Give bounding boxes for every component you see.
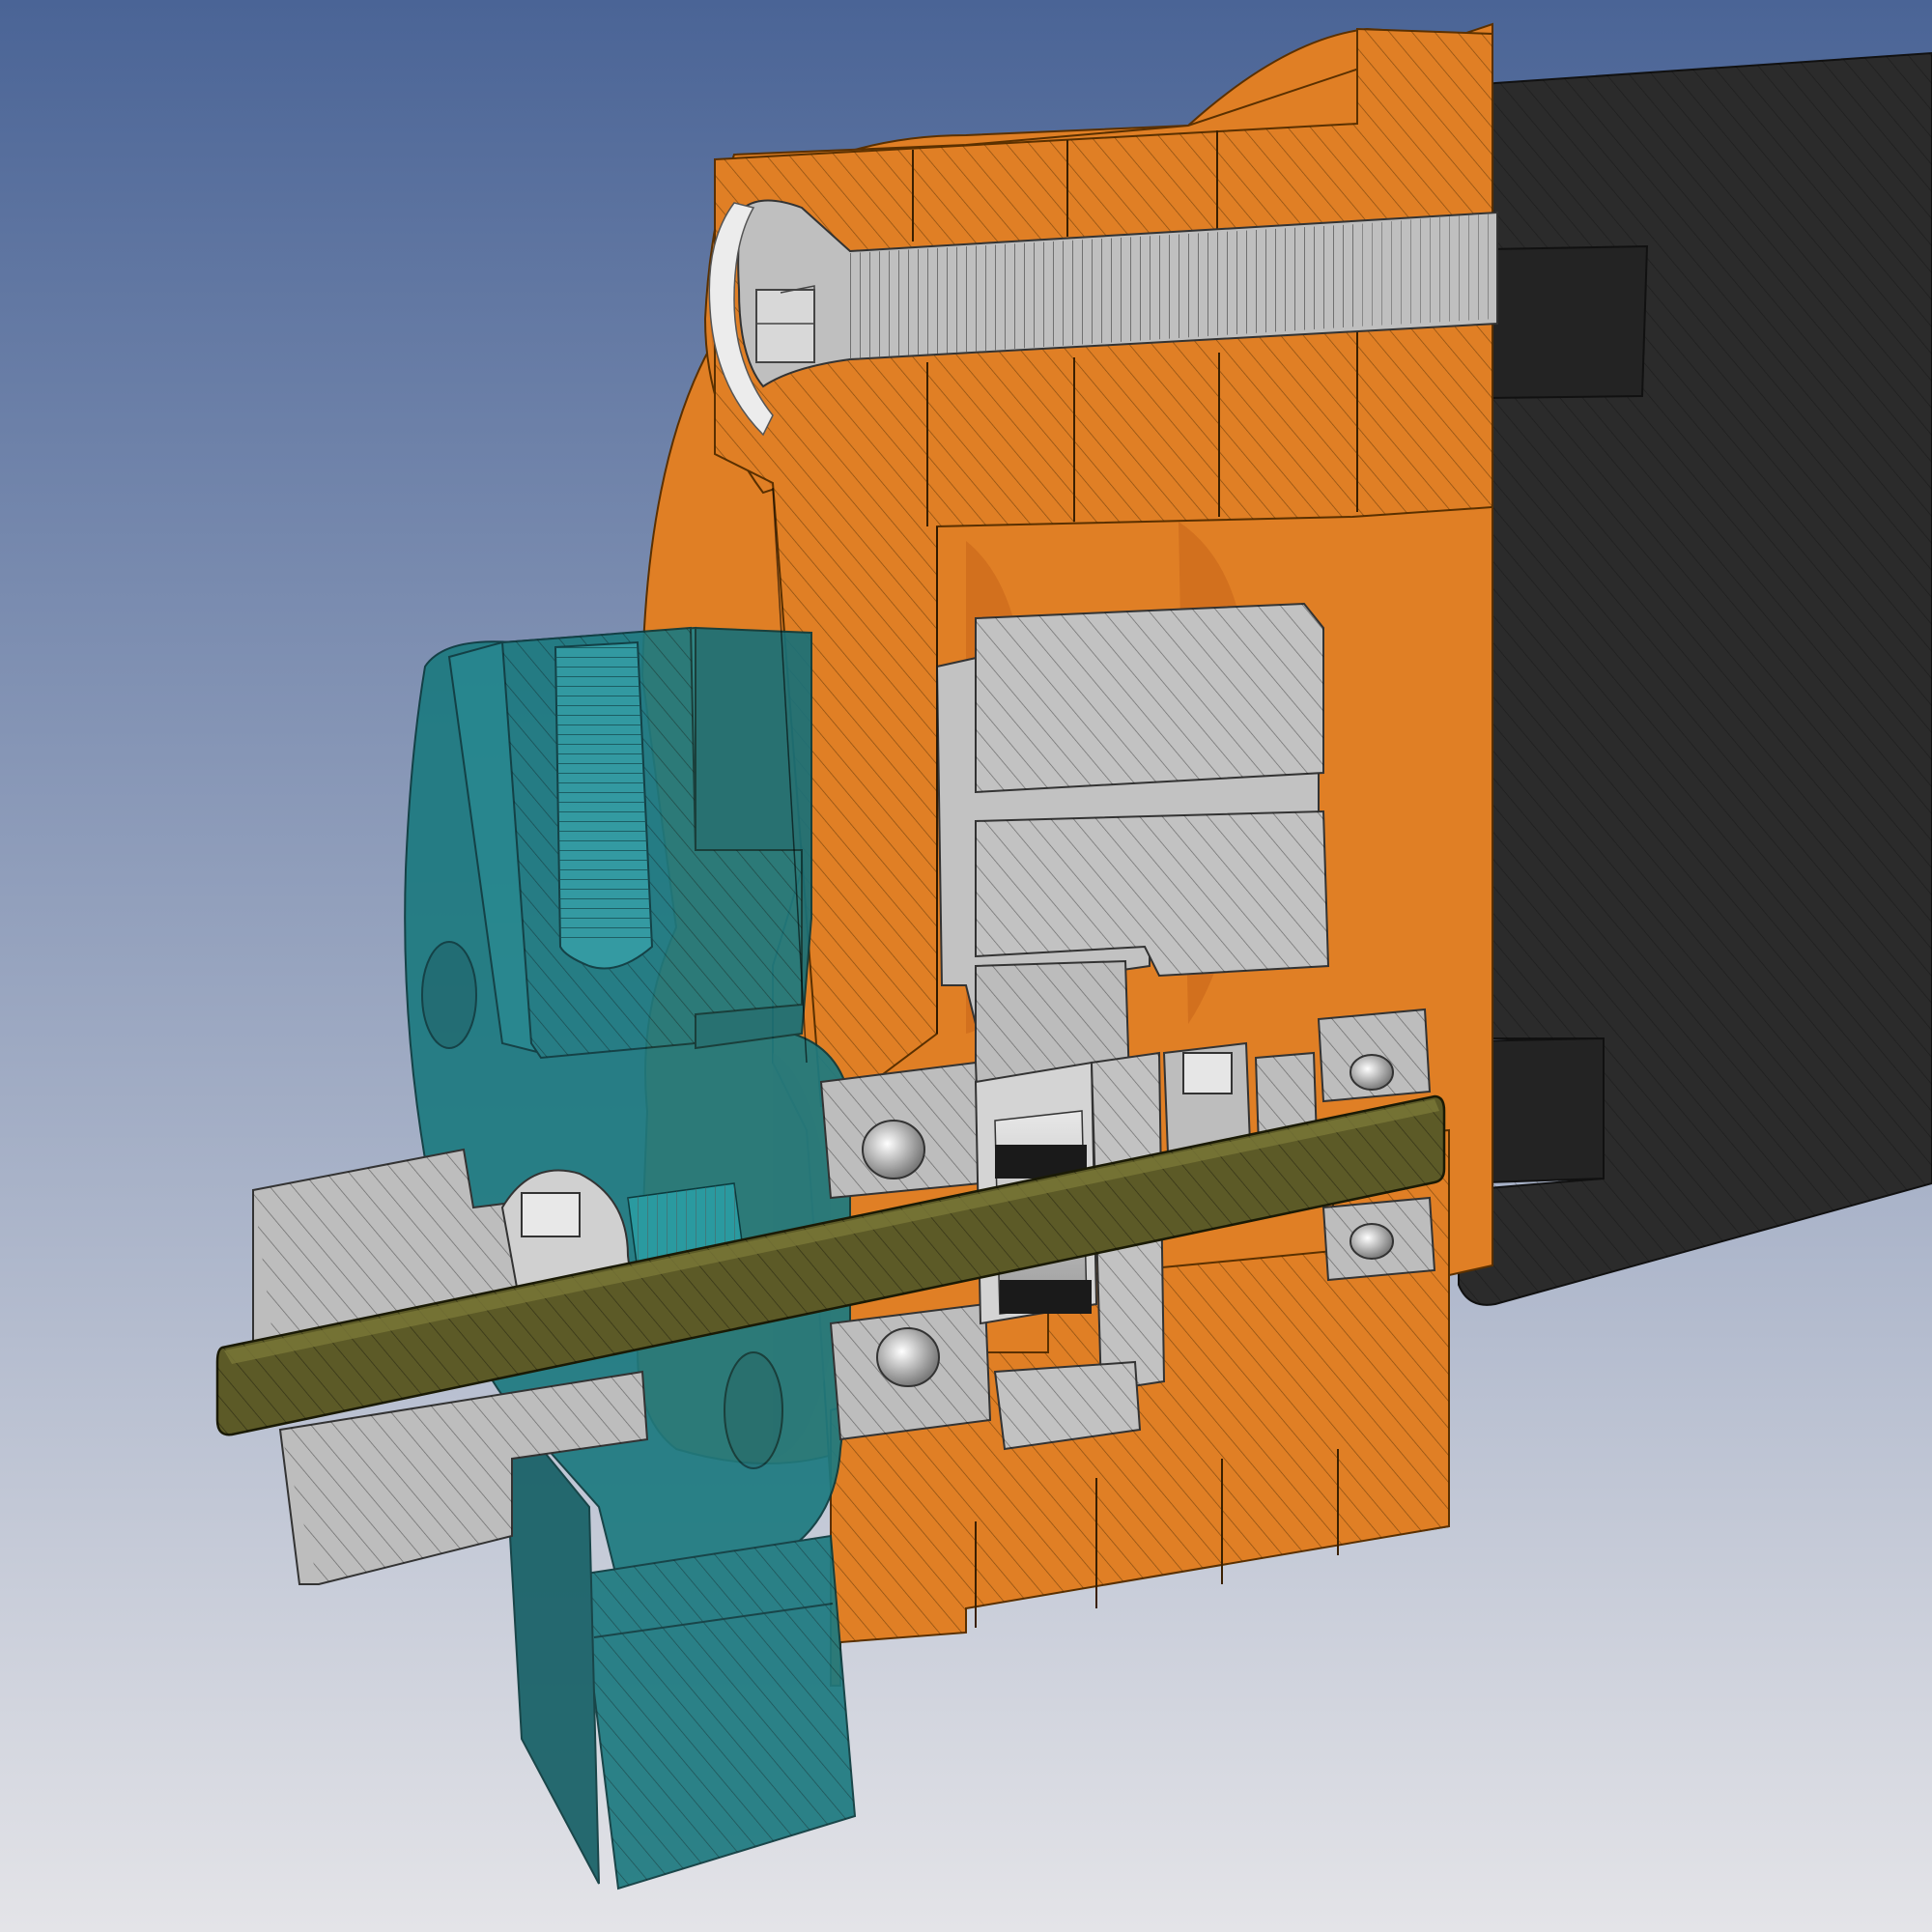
- hex-socket-icon: [755, 289, 815, 363]
- bearing-ball-icon: [1350, 1223, 1394, 1260]
- bearing-ball-icon: [862, 1120, 925, 1179]
- section-view: [0, 0, 1932, 1932]
- hex-socket-icon: [1182, 1052, 1233, 1094]
- bearing-ball-icon: [876, 1327, 940, 1387]
- bearing-ball-icon: [1350, 1054, 1394, 1091]
- cad-viewport[interactable]: [0, 0, 1932, 1932]
- hex-socket-icon: [521, 1192, 581, 1237]
